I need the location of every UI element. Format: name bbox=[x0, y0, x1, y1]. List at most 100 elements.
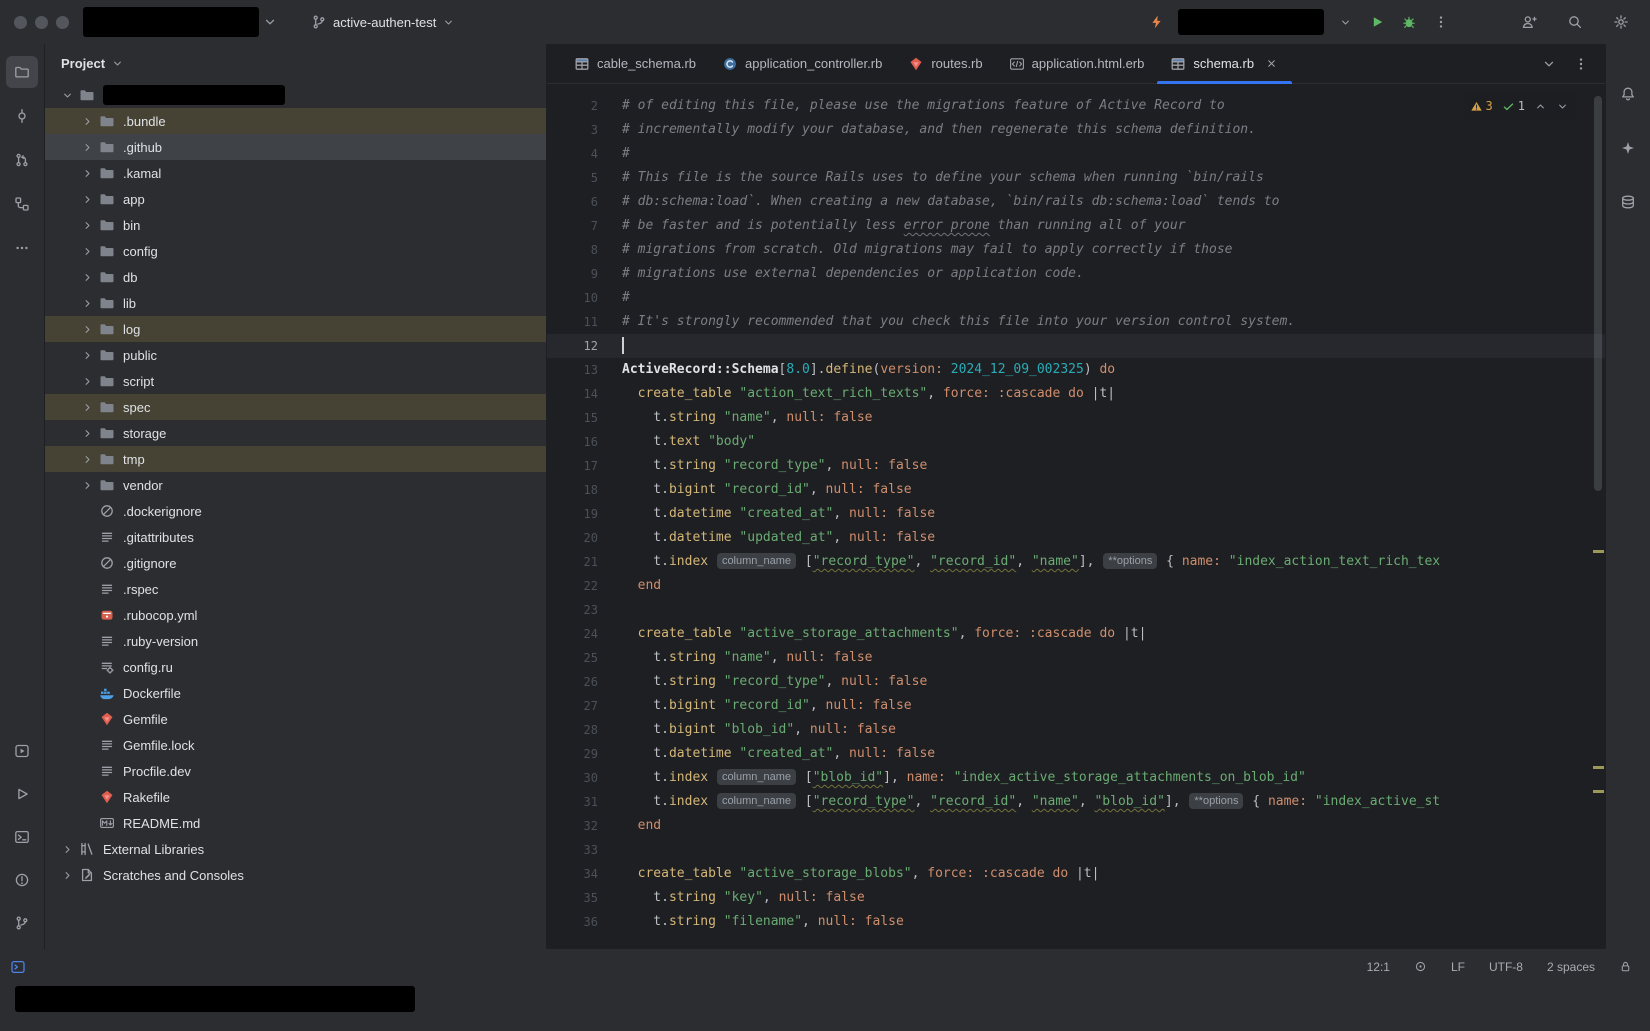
line-number[interactable]: 28 bbox=[547, 718, 622, 742]
project-tool-icon[interactable] bbox=[6, 56, 38, 88]
line-number[interactable]: 36 bbox=[547, 910, 622, 934]
line-number[interactable]: 18 bbox=[547, 478, 622, 502]
tree-item-storage[interactable]: storage bbox=[45, 420, 546, 446]
more-run-actions-icon[interactable] bbox=[1430, 11, 1452, 33]
code-line-21[interactable]: 21 t.index column_name ["record_type", "… bbox=[547, 550, 1605, 574]
debug-button[interactable] bbox=[1398, 11, 1420, 33]
code-line-7[interactable]: 7# be faster and is potentially less err… bbox=[547, 214, 1605, 238]
tabs-list-chevron-icon[interactable] bbox=[1541, 56, 1557, 72]
tree-item-lib[interactable]: lib bbox=[45, 290, 546, 316]
tree-item-bundle[interactable]: .bundle bbox=[45, 108, 546, 134]
line-number[interactable]: 33 bbox=[547, 838, 622, 862]
more-tool-windows-icon[interactable] bbox=[6, 232, 38, 264]
line-number[interactable]: 9 bbox=[547, 262, 622, 286]
settings-gear-icon[interactable] bbox=[1610, 11, 1632, 33]
services-tool-icon[interactable] bbox=[6, 735, 38, 767]
tree-item-rspec[interactable]: .rspec bbox=[45, 576, 546, 602]
code-line-26[interactable]: 26 t.string "record_type", null: false bbox=[547, 670, 1605, 694]
line-number[interactable]: 16 bbox=[547, 430, 622, 454]
tree-item-gitignore[interactable]: .gitignore bbox=[45, 550, 546, 576]
line-number[interactable]: 12 bbox=[547, 334, 622, 358]
code-line-17[interactable]: 17 t.string "record_type", null: false bbox=[547, 454, 1605, 478]
tree-item-readme-md[interactable]: README.md bbox=[45, 810, 546, 836]
tree-item-bin[interactable]: bin bbox=[45, 212, 546, 238]
line-number[interactable]: 34 bbox=[547, 862, 622, 886]
prev-problem-icon[interactable] bbox=[1534, 100, 1547, 113]
chevron-right-icon[interactable] bbox=[77, 451, 97, 467]
run-button[interactable] bbox=[1366, 11, 1388, 33]
line-number[interactable]: 29 bbox=[547, 742, 622, 766]
warning-stripe-mark[interactable] bbox=[1593, 550, 1604, 553]
ai-assistant-icon[interactable] bbox=[1612, 132, 1644, 164]
terminal-tool-icon[interactable] bbox=[6, 821, 38, 853]
code-line-5[interactable]: 5# This file is the source Rails uses to… bbox=[547, 166, 1605, 190]
chevron-right-icon[interactable] bbox=[77, 217, 97, 233]
code-line-34[interactable]: 34 create_table "active_storage_blobs", … bbox=[547, 862, 1605, 886]
commit-tool-icon[interactable] bbox=[6, 100, 38, 132]
code-line-32[interactable]: 32 end bbox=[547, 814, 1605, 838]
code-line-11[interactable]: 11# It's strongly recommended that you c… bbox=[547, 310, 1605, 334]
close-window-button[interactable] bbox=[14, 16, 27, 29]
tree-item-gitattributes[interactable]: .gitattributes bbox=[45, 524, 546, 550]
line-number[interactable]: 35 bbox=[547, 886, 622, 910]
chevron-right-icon[interactable] bbox=[77, 165, 97, 181]
code-line-8[interactable]: 8# migrations from scratch. Old migratio… bbox=[547, 238, 1605, 262]
next-problem-icon[interactable] bbox=[1556, 100, 1569, 113]
tree-item-spec[interactable]: spec bbox=[45, 394, 546, 420]
window-controls[interactable] bbox=[14, 16, 69, 29]
code-line-29[interactable]: 29 t.datetime "created_at", null: false bbox=[547, 742, 1605, 766]
line-number[interactable]: 2 bbox=[547, 94, 622, 118]
chevron-right-icon[interactable] bbox=[77, 269, 97, 285]
database-tool-icon[interactable] bbox=[1612, 186, 1644, 218]
code-line-9[interactable]: 9# migrations use external dependencies … bbox=[547, 262, 1605, 286]
branch-widget[interactable]: active-authen-test bbox=[303, 10, 463, 34]
line-number[interactable]: 31 bbox=[547, 790, 622, 814]
tree-item-gemfile-lock[interactable]: Gemfile.lock bbox=[45, 732, 546, 758]
tabs-options-icon[interactable] bbox=[1573, 56, 1589, 72]
tree-item-log[interactable]: log bbox=[45, 316, 546, 342]
line-number[interactable]: 21 bbox=[547, 550, 622, 574]
tree-item-tmp[interactable]: tmp bbox=[45, 446, 546, 472]
problems-tool-icon[interactable] bbox=[6, 864, 38, 896]
code-line-18[interactable]: 18 t.bigint "record_id", null: false bbox=[547, 478, 1605, 502]
code-line-33[interactable]: 33 bbox=[547, 838, 1605, 862]
chevron-right-icon[interactable] bbox=[77, 347, 97, 363]
code-line-16[interactable]: 16 t.text "body" bbox=[547, 430, 1605, 454]
editor-scrollbar[interactable] bbox=[1594, 96, 1602, 491]
line-number[interactable]: 7 bbox=[547, 214, 622, 238]
inspections-widget[interactable]: 3 1 bbox=[1464, 92, 1575, 120]
run-config-chevron-icon[interactable] bbox=[1334, 11, 1356, 33]
code-line-6[interactable]: 6# db:schema:load`. When creating a new … bbox=[547, 190, 1605, 214]
code-line-27[interactable]: 27 t.bigint "record_id", null: false bbox=[547, 694, 1605, 718]
tree-item-github[interactable]: .github bbox=[45, 134, 546, 160]
run-tool-icon[interactable] bbox=[6, 778, 38, 810]
tree-item-script[interactable]: script bbox=[45, 368, 546, 394]
chevron-right-icon[interactable] bbox=[57, 867, 77, 883]
chevron-right-icon[interactable] bbox=[77, 139, 97, 155]
code-line-24[interactable]: 24 create_table "active_storage_attachme… bbox=[547, 622, 1605, 646]
search-everywhere-icon[interactable] bbox=[1564, 11, 1586, 33]
chevron-right-icon[interactable] bbox=[57, 841, 77, 857]
zoom-window-button[interactable] bbox=[56, 16, 69, 29]
tree-item-config-ru[interactable]: config.ru bbox=[45, 654, 546, 680]
tree-item-kamal[interactable]: .kamal bbox=[45, 160, 546, 186]
code-line-35[interactable]: 35 t.string "key", null: false bbox=[547, 886, 1605, 910]
code-editor[interactable]: 3 1 2# of editing this file, please use … bbox=[547, 84, 1605, 949]
line-number[interactable]: 13 bbox=[547, 358, 622, 382]
project-view-chevron-icon[interactable] bbox=[111, 57, 124, 70]
tab-application-controller-rb[interactable]: application_controller.rb bbox=[709, 44, 895, 83]
warning-stripe-mark[interactable] bbox=[1593, 766, 1604, 769]
chevron-right-icon[interactable] bbox=[77, 113, 97, 129]
chevron-down-icon[interactable] bbox=[57, 87, 77, 103]
code-line-22[interactable]: 22 end bbox=[547, 574, 1605, 598]
lock-icon[interactable] bbox=[1619, 960, 1632, 973]
tab-schema-rb[interactable]: schema.rb bbox=[1157, 44, 1292, 83]
line-separator[interactable]: LF bbox=[1451, 960, 1465, 974]
line-number[interactable]: 8 bbox=[547, 238, 622, 262]
chevron-right-icon[interactable] bbox=[77, 399, 97, 415]
chevron-right-icon[interactable] bbox=[77, 191, 97, 207]
tree-item-external-libraries[interactable]: External Libraries bbox=[45, 836, 546, 862]
tab-cable-schema-rb[interactable]: cable_schema.rb bbox=[561, 44, 709, 83]
version-control-tool-icon[interactable] bbox=[6, 907, 38, 939]
tree-item-dockerignore[interactable]: .dockerignore bbox=[45, 498, 546, 524]
